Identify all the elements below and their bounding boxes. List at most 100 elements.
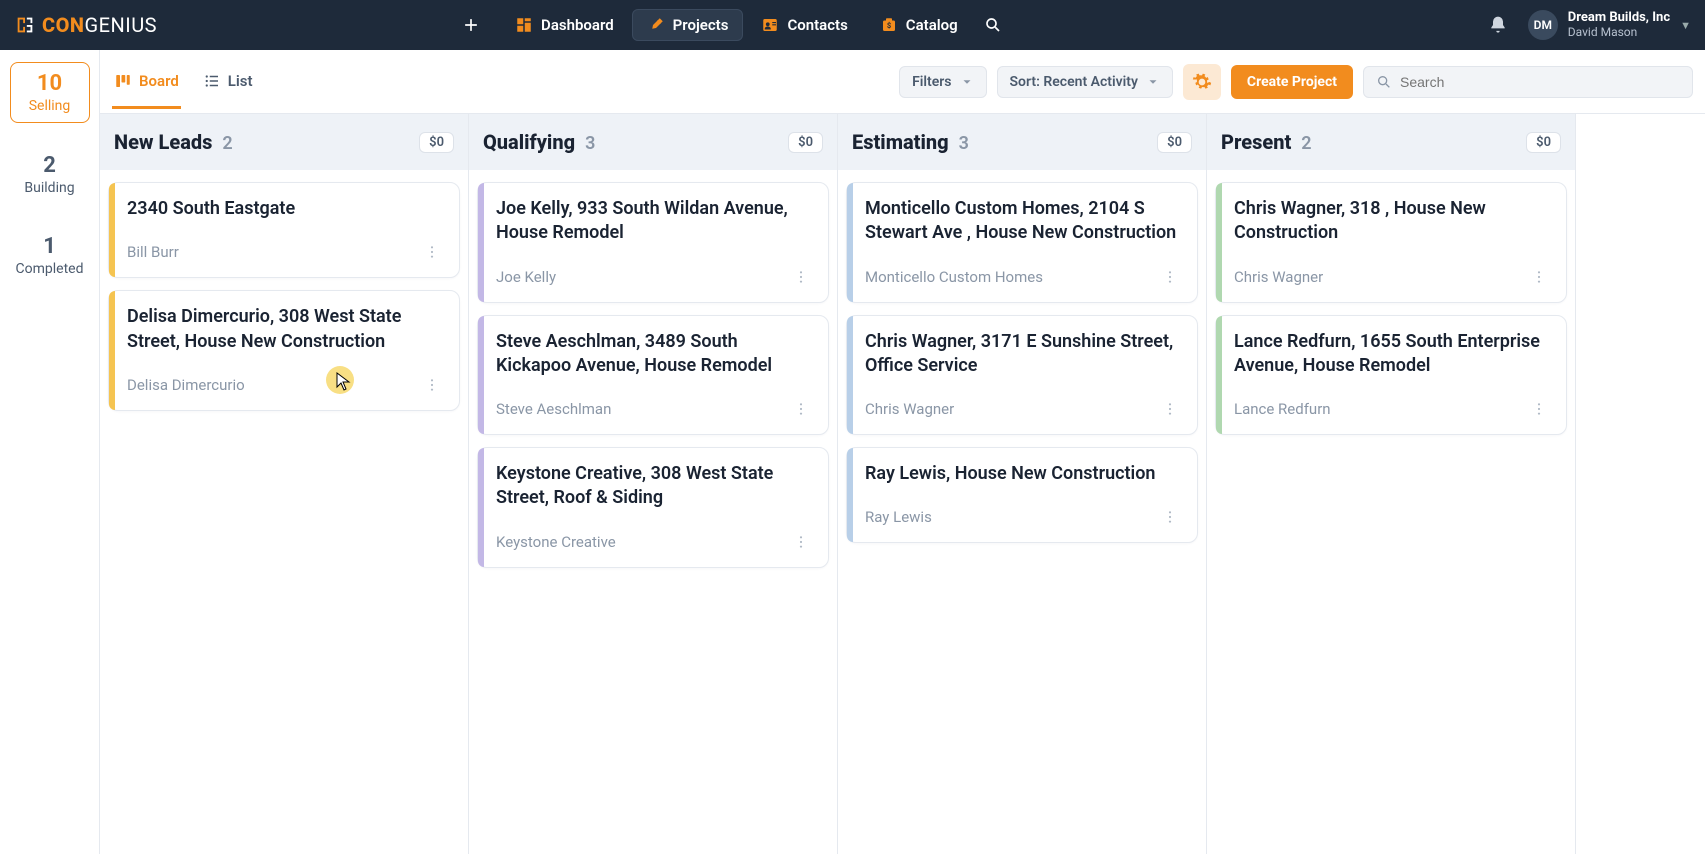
nav-dashboard[interactable]: Dashboard (501, 10, 628, 40)
card-menu-button[interactable] (1159, 506, 1181, 528)
card-contact: Ray Lewis (865, 508, 932, 526)
tab-list-label: List (228, 72, 253, 90)
column-count: 2 (1301, 133, 1311, 154)
search-icon (984, 16, 1002, 34)
catalog-icon: $ (880, 16, 898, 34)
sort-button[interactable]: Sort: Recent Activity (997, 66, 1173, 98)
dashboard-icon (515, 16, 533, 34)
sidebar-label: Completed (16, 261, 84, 277)
nav-right: DM Dream Builds, Inc David Mason ▼ (1488, 10, 1691, 40)
toolbar-right: Filters Sort: Recent Activity Create Pro… (899, 64, 1693, 100)
add-button[interactable] (457, 11, 485, 39)
sidebar-label: Selling (29, 98, 71, 114)
search-input[interactable] (1400, 74, 1680, 90)
brand-con: CON (42, 13, 85, 37)
nav-contacts[interactable]: Contacts (747, 10, 861, 40)
brand-logo[interactable]: CONGENIUS (14, 13, 157, 37)
brand-genius: GENIUS (85, 13, 158, 37)
filters-button[interactable]: Filters (899, 66, 986, 98)
column-header: Present 2 $0 (1207, 114, 1575, 170)
account-company: Dream Builds, Inc (1568, 11, 1670, 26)
stage-sidebar: 10 Selling 2 Building 1 Completed (0, 50, 100, 854)
column-amount: $0 (1157, 132, 1192, 153)
sidebar-count: 10 (37, 71, 62, 96)
card-menu-button[interactable] (790, 266, 812, 288)
contacts-icon (761, 16, 779, 34)
card-title: Chris Wagner, 318 , House New Constructi… (1234, 197, 1550, 246)
card-title: Steve Aeschlman, 3489 South Kickapoo Ave… (496, 330, 812, 379)
account-menu[interactable]: DM Dream Builds, Inc David Mason ▼ (1528, 10, 1691, 40)
column-estimating: Estimating 3 $0 Monticello Custom Homes,… (838, 114, 1207, 854)
card-title: Delisa Dimercurio, 308 West State Street… (127, 305, 443, 354)
nav-center: Dashboard Projects Contacts $ Catalog (457, 9, 1010, 41)
search-icon (1376, 74, 1392, 90)
project-card[interactable]: Chris Wagner, 318 , House New Constructi… (1215, 182, 1567, 303)
sidebar-item-building[interactable]: 2 Building (10, 145, 90, 204)
nav-dashboard-label: Dashboard (541, 16, 614, 34)
nav-catalog-label: Catalog (906, 16, 958, 34)
card-contact: Chris Wagner (865, 400, 954, 418)
card-menu-button[interactable] (421, 374, 443, 396)
column-title: Estimating (852, 130, 949, 154)
card-menu-button[interactable] (790, 398, 812, 420)
board-icon (114, 72, 132, 90)
gear-icon (1192, 72, 1212, 92)
project-card[interactable]: Chris Wagner, 3171 E Sunshine Street, Of… (846, 315, 1198, 436)
project-card[interactable]: Delisa Dimercurio, 308 West State Street… (108, 290, 460, 411)
project-card[interactable]: Monticello Custom Homes, 2104 S Stewart … (846, 182, 1198, 303)
chevron-down-icon: ▼ (1680, 19, 1691, 32)
card-title: Keystone Creative, 308 West State Street… (496, 462, 812, 511)
nav-projects[interactable]: Projects (632, 9, 744, 41)
card-menu-button[interactable] (421, 241, 443, 263)
project-card[interactable]: Lance Redfurn, 1655 South Enterprise Ave… (1215, 315, 1567, 436)
card-contact: Steve Aeschlman (496, 400, 611, 418)
column-body[interactable]: Monticello Custom Homes, 2104 S Stewart … (838, 170, 1206, 854)
filters-label: Filters (912, 74, 951, 90)
chevron-down-icon (960, 75, 974, 89)
column-header: Estimating 3 $0 (838, 114, 1206, 170)
project-card[interactable]: Steve Aeschlman, 3489 South Kickapoo Ave… (477, 315, 829, 436)
card-contact: Joe Kelly (496, 268, 556, 286)
nav-search[interactable] (976, 10, 1010, 40)
notifications-icon[interactable] (1488, 15, 1508, 35)
board-settings-button[interactable] (1183, 64, 1221, 100)
logo-mark-icon (14, 14, 36, 36)
card-contact: Chris Wagner (1234, 268, 1323, 286)
tab-board[interactable]: Board (112, 54, 181, 109)
column-count: 3 (585, 133, 595, 154)
column-title: Present (1221, 130, 1291, 154)
card-contact: Bill Burr (127, 243, 179, 261)
nav-catalog[interactable]: $ Catalog (866, 10, 972, 40)
column-count: 3 (959, 133, 969, 154)
card-title: 2340 South Eastgate (127, 197, 443, 221)
kanban-board: New Leads 2 $0 2340 South Eastgate Bill … (100, 114, 1705, 854)
column-body[interactable]: 2340 South Eastgate Bill Burr Delisa Dim… (100, 170, 468, 854)
card-menu-button[interactable] (1528, 266, 1550, 288)
svg-text:$: $ (887, 21, 891, 30)
card-contact: Keystone Creative (496, 533, 616, 551)
card-menu-button[interactable] (790, 531, 812, 553)
column-count: 2 (222, 133, 232, 154)
tab-board-label: Board (139, 72, 179, 90)
card-contact: Delisa Dimercurio (127, 376, 245, 394)
sidebar-label: Building (24, 180, 74, 196)
sidebar-item-selling[interactable]: 10 Selling (10, 62, 90, 123)
sidebar-item-completed[interactable]: 1 Completed (10, 226, 90, 285)
project-card[interactable]: Joe Kelly, 933 South Wildan Avenue, Hous… (477, 182, 829, 303)
top-navbar: CONGENIUS Dashboard Projects Contacts $ (0, 0, 1705, 50)
card-title: Chris Wagner, 3171 E Sunshine Street, Of… (865, 330, 1181, 379)
card-title: Lance Redfurn, 1655 South Enterprise Ave… (1234, 330, 1550, 379)
column-amount: $0 (788, 132, 823, 153)
project-card[interactable]: Ray Lewis, House New Construction Ray Le… (846, 447, 1198, 543)
card-menu-button[interactable] (1159, 266, 1181, 288)
project-card[interactable]: 2340 South Eastgate Bill Burr (108, 182, 460, 278)
card-menu-button[interactable] (1528, 398, 1550, 420)
tab-list[interactable]: List (201, 54, 255, 109)
column-body[interactable]: Joe Kelly, 933 South Wildan Avenue, Hous… (469, 170, 837, 854)
project-card[interactable]: Keystone Creative, 308 West State Street… (477, 447, 829, 568)
column-body[interactable]: Chris Wagner, 318 , House New Constructi… (1207, 170, 1575, 854)
create-project-button[interactable]: Create Project (1231, 65, 1353, 99)
card-menu-button[interactable] (1159, 398, 1181, 420)
account-text: Dream Builds, Inc David Mason (1568, 11, 1670, 40)
search-box[interactable] (1363, 66, 1693, 98)
